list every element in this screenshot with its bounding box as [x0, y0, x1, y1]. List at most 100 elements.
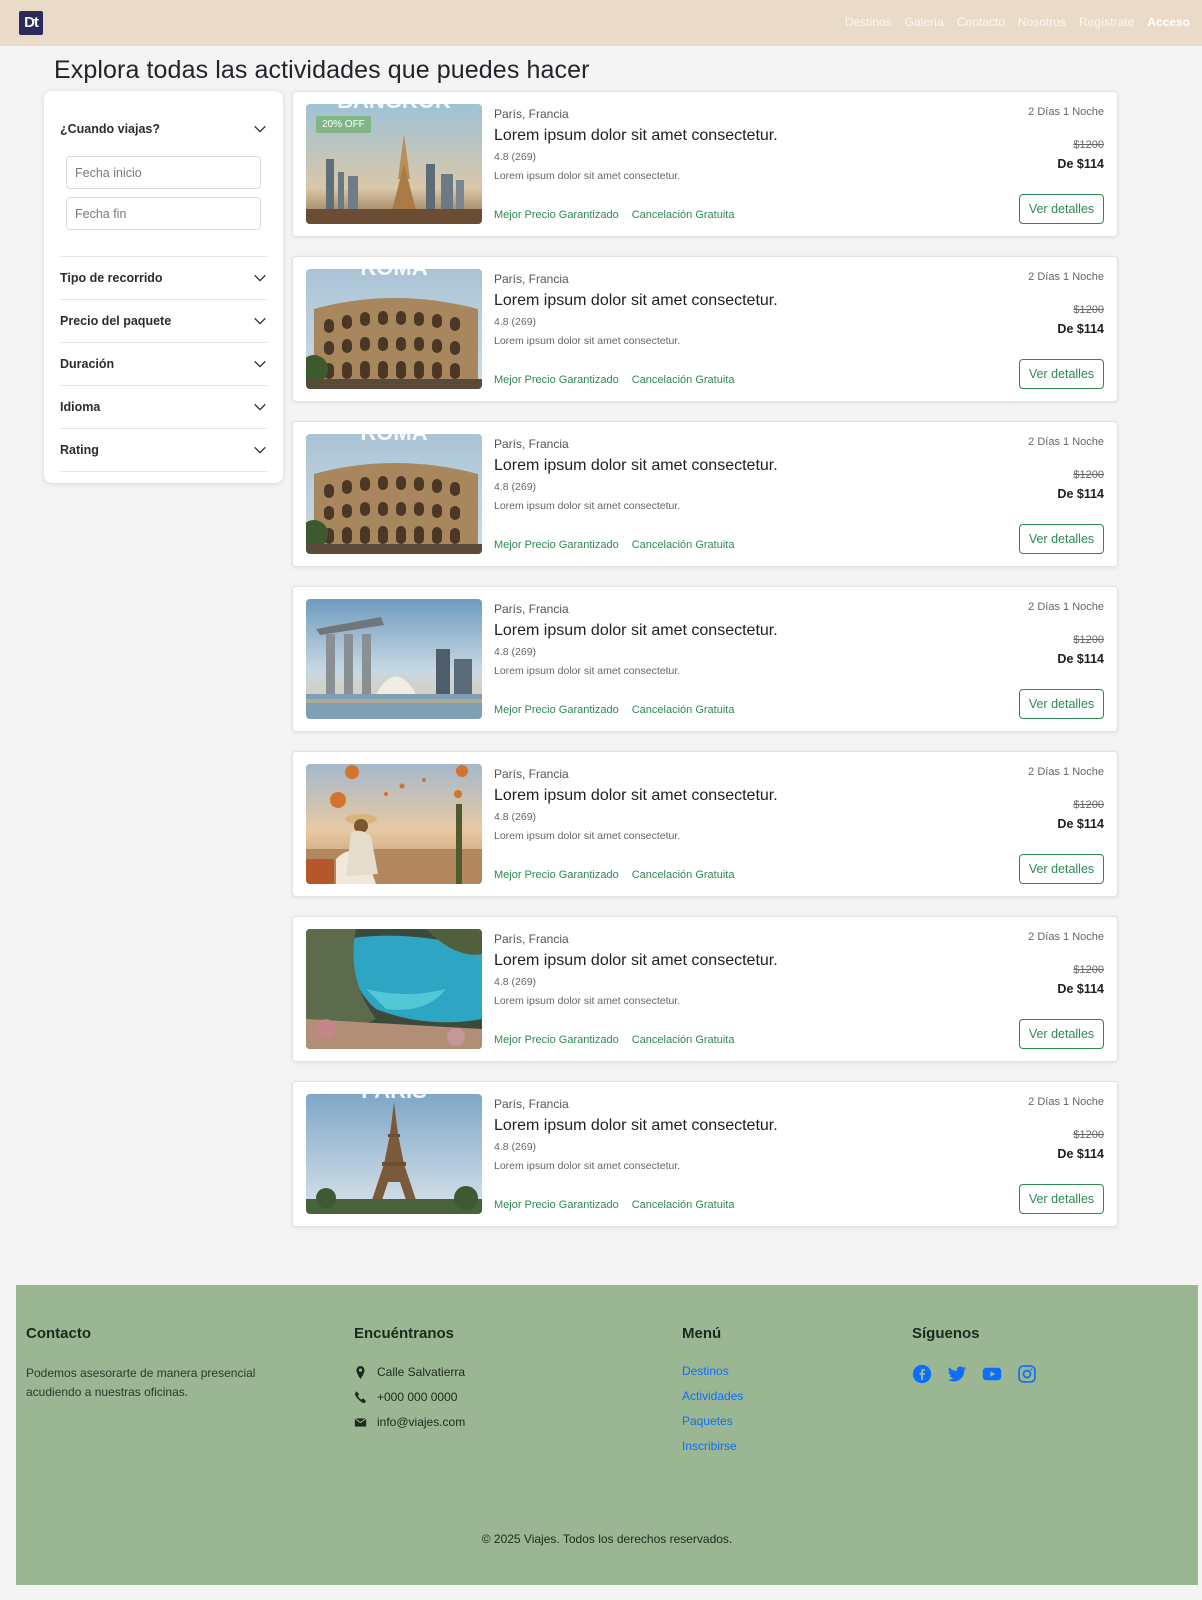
svg-text:ROMA: ROMA	[360, 269, 427, 280]
best-price-tag: Mejor Precio Garantizado	[494, 704, 619, 716]
listing-image[interactable]	[306, 764, 482, 884]
brand-logo[interactable]: Dt	[19, 11, 43, 35]
listing-card: ROMA París, Francia Lorem ipsum dolor si…	[292, 421, 1118, 567]
facebook-icon[interactable]	[912, 1364, 932, 1384]
filter-rating-toggle[interactable]: Rating	[60, 429, 267, 472]
footer-email: info@viajes.com	[354, 1414, 465, 1430]
listing-title: Lorem ipsum dolor sit amet consectetur.	[494, 127, 778, 144]
nav-links: Destinos Galería Contacto Nosotros Regís…	[845, 15, 1190, 29]
listing-card: PARIS París, Francia Lorem ipsum dolor s…	[292, 1081, 1118, 1227]
listing-price: De $114	[1057, 982, 1104, 996]
listing-description: Lorem ipsum dolor sit amet consectetur.	[494, 665, 681, 677]
footer: Contacto Podemos asesorarte de manera pr…	[16, 1285, 1198, 1585]
social-links	[912, 1364, 1037, 1384]
instagram-icon[interactable]	[1017, 1364, 1037, 1384]
listing-rating: 4.8 (269)	[494, 976, 537, 988]
filter-label: Rating	[60, 443, 99, 457]
footer-link-inscribirse[interactable]: Inscribirse	[682, 1439, 743, 1455]
filter-tour-type-toggle[interactable]: Tipo de recorrido	[60, 257, 267, 300]
listing-old-price: $1200	[1073, 304, 1104, 316]
youtube-icon[interactable]	[982, 1364, 1002, 1384]
listing-old-price: $1200	[1073, 799, 1104, 811]
nav-link-contacto[interactable]: Contacto	[957, 15, 1005, 29]
filter-label: Duración	[60, 357, 115, 371]
view-details-button[interactable]: Ver detalles	[1019, 854, 1104, 884]
listing-price: De $114	[1057, 157, 1104, 171]
chevron-down-icon	[254, 274, 266, 282]
nav-link-nosotros[interactable]: Nosotros	[1018, 15, 1066, 29]
filter-price-toggle[interactable]: Precio del paquete	[60, 300, 267, 343]
listing-rating: 4.8 (269)	[494, 811, 537, 823]
filters-sidebar: ¿Cuando viajas? Tipo de recorrido Precio…	[44, 91, 283, 483]
chevron-down-icon	[254, 125, 266, 133]
listing-description: Lorem ipsum dolor sit amet consectetur.	[494, 170, 681, 182]
listing-old-price: $1200	[1073, 1129, 1104, 1141]
listing-image[interactable]: ROMA	[306, 269, 482, 389]
date-range	[60, 156, 267, 257]
best-price-tag: Mejor Precio Garantizado	[494, 209, 619, 221]
listing-image[interactable]: BANGKOK 20% OFF	[306, 104, 482, 224]
footer-phone: +000 000 0000	[354, 1389, 465, 1405]
chevron-down-icon	[254, 360, 266, 368]
nav-link-acceso[interactable]: Acceso	[1147, 15, 1190, 29]
listing-duration: 2 Días 1 Noche	[1028, 931, 1104, 943]
listing-title: Lorem ipsum dolor sit amet consectetur.	[494, 952, 778, 969]
listing-card: BANGKOK 20% OFF París, Francia Lorem ips…	[292, 91, 1118, 237]
listing-duration: 2 Días 1 Noche	[1028, 106, 1104, 118]
filter-language-toggle[interactable]: Idioma	[60, 386, 267, 429]
chevron-down-icon	[254, 446, 266, 454]
filter-duration-toggle[interactable]: Duración	[60, 343, 267, 386]
listing-duration: 2 Días 1 Noche	[1028, 436, 1104, 448]
discount-badge: 20% OFF	[316, 116, 371, 133]
filter-when-label: ¿Cuando viajas?	[60, 122, 161, 136]
listing-description: Lorem ipsum dolor sit amet consectetur.	[494, 995, 681, 1007]
listing-tags: Mejor Precio Garantizado Cancelación Gra…	[494, 869, 734, 881]
listing-old-price: $1200	[1073, 469, 1104, 481]
chevron-down-icon	[254, 317, 266, 325]
view-details-button[interactable]: Ver detalles	[1019, 1184, 1104, 1214]
footer-address-text: Calle Salvatierra	[377, 1365, 466, 1379]
footer-find-us: Encuéntranos Calle Salvatierra +000 000 …	[354, 1325, 465, 1439]
listing-card: París, Francia Lorem ipsum dolor sit ame…	[292, 586, 1118, 732]
footer-menu-title: Menú	[682, 1325, 722, 1342]
free-cancellation-tag: Cancelación Gratuita	[631, 1034, 735, 1046]
nav-link-galeria[interactable]: Galería	[905, 15, 944, 29]
free-cancellation-tag: Cancelación Gratuita	[631, 1199, 735, 1211]
listing-location: París, Francia	[494, 767, 569, 781]
footer-find-us-title: Encuéntranos	[354, 1325, 455, 1342]
listing-rating: 4.8 (269)	[494, 1141, 537, 1153]
footer-email-text: info@viajes.com	[377, 1415, 466, 1429]
phone-icon	[355, 1391, 366, 1403]
listing-card: París, Francia Lorem ipsum dolor sit ame…	[292, 916, 1118, 1062]
twitter-icon[interactable]	[947, 1364, 967, 1384]
free-cancellation-tag: Cancelación Gratuita	[631, 539, 735, 551]
nav-link-destinos[interactable]: Destinos	[845, 15, 892, 29]
best-price-tag: Mejor Precio Garantizado	[494, 539, 619, 551]
best-price-tag: Mejor Precio Garantizado	[494, 1199, 619, 1211]
footer-link-actividades[interactable]: Actividades	[682, 1389, 743, 1405]
listing-location: París, Francia	[494, 272, 569, 286]
start-date-input[interactable]	[66, 156, 261, 189]
view-details-button[interactable]: Ver detalles	[1019, 524, 1104, 554]
listing-location: París, Francia	[494, 932, 569, 946]
view-details-button[interactable]: Ver detalles	[1019, 689, 1104, 719]
view-details-button[interactable]: Ver detalles	[1019, 1019, 1104, 1049]
footer-link-paquetes[interactable]: Paquetes	[682, 1414, 743, 1430]
listing-image[interactable]: PARIS	[306, 1094, 482, 1214]
listing-description: Lorem ipsum dolor sit amet consectetur.	[494, 830, 681, 842]
view-details-button[interactable]: Ver detalles	[1019, 194, 1104, 224]
listing-location: París, Francia	[494, 437, 569, 451]
nav-link-registrate[interactable]: Regístrate	[1079, 15, 1134, 29]
chevron-down-icon	[254, 403, 266, 411]
view-details-button[interactable]: Ver detalles	[1019, 359, 1104, 389]
listing-title: Lorem ipsum dolor sit amet consectetur.	[494, 787, 778, 804]
envelope-icon	[354, 1417, 367, 1427]
listing-image[interactable]	[306, 599, 482, 719]
footer-link-destinos[interactable]: Destinos	[682, 1364, 743, 1380]
listing-image[interactable]: ROMA	[306, 434, 482, 554]
footer-contact-text: Podemos asesorarte de manera presencial …	[26, 1366, 256, 1399]
listing-title: Lorem ipsum dolor sit amet consectetur.	[494, 622, 778, 639]
end-date-input[interactable]	[66, 197, 261, 230]
listing-image[interactable]	[306, 929, 482, 1049]
free-cancellation-tag: Cancelación Gratuita	[631, 209, 735, 221]
